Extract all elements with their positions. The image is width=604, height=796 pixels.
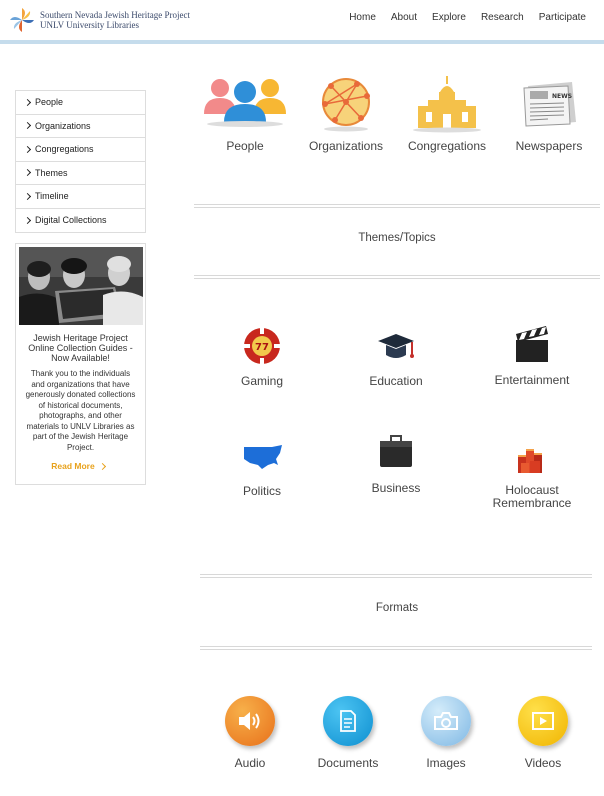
section-divider — [194, 275, 600, 279]
sidebar-item-label: Organizations — [35, 120, 91, 131]
casino-chip-icon: 77 — [244, 328, 280, 364]
chevron-right-icon — [23, 216, 32, 224]
nav-about[interactable]: About — [391, 12, 417, 23]
sidebar-item-organizations[interactable]: Organizations — [16, 115, 145, 138]
temple-icon — [413, 76, 481, 133]
tile-people[interactable]: People — [200, 74, 290, 153]
logo-title: Southern Nevada Jewish Heritage Project — [40, 10, 190, 20]
sidebar-item-label: Digital Collections — [35, 215, 107, 226]
tile-label: Politics — [242, 484, 281, 498]
top-nav: Home About Explore Research Participate — [334, 12, 586, 23]
tile-label: Gaming — [240, 374, 284, 388]
formats-section-title: Formats — [375, 602, 419, 614]
site-header: Southern Nevada Jewish Heritage Project … — [0, 0, 604, 44]
sidebar-item-congregations[interactable]: Congregations — [16, 138, 145, 162]
tile-label: Entertainment — [494, 373, 570, 387]
tile-entertainment[interactable]: Entertainment — [492, 324, 572, 387]
promo-title: Jewish Heritage Project Online Collectio… — [28, 333, 133, 363]
clapperboard-icon — [516, 326, 548, 362]
sidebar-item-label: Congregations — [35, 144, 94, 155]
nav-research[interactable]: Research — [481, 12, 524, 23]
chevron-right-icon — [23, 192, 32, 200]
tile-label: Education — [369, 374, 423, 388]
chevron-right-icon — [23, 145, 32, 153]
chevron-right-icon — [23, 122, 32, 130]
briefcase-icon — [380, 435, 412, 467]
tile-label: Holocaust Remembrance — [492, 483, 572, 510]
tile-images[interactable]: Images — [406, 696, 486, 770]
tile-politics[interactable]: Politics — [222, 435, 302, 498]
svg-text:77: 77 — [255, 342, 269, 353]
speaker-icon — [225, 696, 275, 746]
people-icon — [204, 79, 286, 127]
tile-newspapers[interactable]: NEWS Newspapers — [504, 74, 594, 153]
promo-card: Jewish Heritage Project Online Collectio… — [15, 243, 146, 485]
logo-pinwheel-icon — [10, 8, 34, 32]
chevron-right-icon — [23, 169, 32, 177]
graduation-cap-icon — [378, 334, 414, 358]
sidebar-item-label: People — [35, 97, 64, 108]
sidebar-item-digital-collections[interactable]: Digital Collections — [16, 209, 145, 233]
newspaper-icon: NEWS — [523, 82, 576, 127]
tile-audio[interactable]: Audio — [210, 696, 290, 770]
section-divider — [194, 204, 600, 208]
tile-documents[interactable]: Documents — [308, 696, 388, 770]
nav-home[interactable]: Home — [349, 12, 376, 23]
sidebar-item-label: Themes — [35, 167, 68, 178]
tile-label: People — [226, 139, 264, 153]
promo-body: Thank you to the individuals and organiz… — [25, 369, 136, 452]
sidebar-item-timeline[interactable]: Timeline — [16, 185, 145, 209]
tile-organizations[interactable]: Organizations — [301, 74, 391, 153]
sidebar-item-people[interactable]: People — [16, 91, 145, 115]
read-more-label: Read More — [51, 461, 95, 471]
tile-label: Organizations — [308, 139, 384, 153]
tile-label: Newspapers — [515, 139, 583, 153]
tile-holocaust-remembrance[interactable]: Holocaust Remembrance — [488, 435, 576, 510]
memorial-candles-icon — [518, 449, 542, 473]
tile-education[interactable]: Education — [356, 325, 436, 388]
tile-business[interactable]: Business — [356, 432, 436, 495]
sidebar-item-label: Timeline — [35, 191, 69, 202]
tile-label: Videos — [524, 756, 562, 770]
sidebar-menu: People Organizations Congregations Theme… — [15, 90, 146, 233]
tile-label: Audio — [234, 756, 266, 770]
tile-videos[interactable]: Videos — [503, 696, 583, 770]
sidebar-item-themes[interactable]: Themes — [16, 162, 145, 185]
document-icon — [323, 696, 373, 746]
tile-label: Images — [426, 756, 466, 770]
tile-congregations[interactable]: Congregations — [402, 74, 492, 153]
tile-gaming[interactable]: 77 Gaming — [222, 325, 302, 388]
nav-participate[interactable]: Participate — [539, 12, 586, 23]
section-divider — [200, 574, 592, 578]
nav-explore[interactable]: Explore — [432, 12, 466, 23]
chevron-right-icon — [23, 98, 32, 106]
play-icon — [518, 696, 568, 746]
network-icon — [322, 78, 370, 132]
tile-label: Business — [371, 481, 421, 495]
chevron-right-icon — [98, 462, 106, 470]
tile-label: Documents — [317, 756, 379, 770]
usa-map-icon — [244, 445, 282, 469]
section-divider — [200, 646, 592, 650]
svg-text:NEWS: NEWS — [552, 93, 572, 100]
themes-section-title: Themes/Topics — [358, 232, 436, 244]
sidebar: People Organizations Congregations Theme… — [15, 90, 146, 485]
site-logo[interactable]: Southern Nevada Jewish Heritage Project … — [8, 6, 190, 34]
camera-icon — [421, 696, 471, 746]
logo-subtitle: UNLV University Libraries — [40, 20, 139, 30]
promo-photo — [19, 247, 143, 325]
read-more-link[interactable]: Read More — [51, 461, 109, 471]
archival-photo-image — [19, 247, 143, 325]
tile-label: Congregations — [407, 139, 487, 153]
